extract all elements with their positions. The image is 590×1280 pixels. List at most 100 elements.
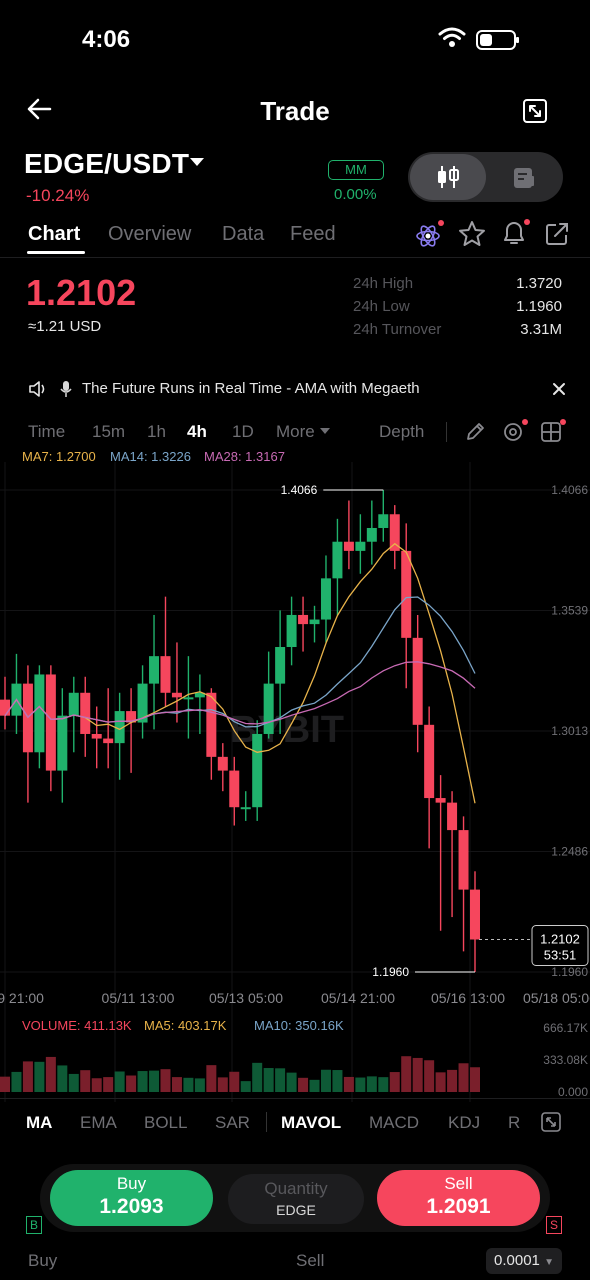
indicator-ma[interactable]: MA [26,1113,52,1133]
divider [0,257,590,258]
candle-body [366,527,377,542]
sell-button[interactable]: Sell 1.2091 [377,1170,540,1226]
candle-body [68,692,79,716]
timeframe-time[interactable]: Time [28,422,65,442]
tab-chart[interactable]: Chart [28,223,80,246]
volume-bar [194,1078,205,1092]
indicator-sar[interactable]: SAR [215,1113,250,1133]
depth-tab[interactable]: Depth [379,422,424,442]
buy-button-label: Buy [116,1174,147,1193]
volume-tick-label: 666.17K [543,1021,588,1035]
y-tick-label: 1.1960 [551,965,588,979]
tab-overview[interactable]: Overview [108,223,191,246]
candle-body [183,697,194,700]
ai-atom-icon[interactable] [414,220,444,255]
volume-bar [355,1077,366,1092]
volume-bar [470,1067,480,1092]
candle-body [34,674,45,753]
alert-bell-icon[interactable] [500,218,530,253]
timeframe-more[interactable]: More [276,422,315,442]
candle-body [435,798,446,803]
countdown-label: 53:51 [544,948,577,963]
indicator-settings-icon[interactable] [502,418,530,449]
volume-legend: VOLUME: 411.13K [22,1018,132,1033]
divider [0,1098,590,1099]
candle-body [389,514,400,551]
candlestick-icon [438,166,459,188]
microphone-icon [60,380,72,403]
candle-body [252,733,263,808]
volume-tick-label: 0.000 [558,1085,588,1099]
sell-badge-icon: S [546,1216,562,1234]
document-view-icon[interactable] [512,166,536,195]
indicator-mavol[interactable]: MAVOL [281,1113,341,1133]
indicator-boll[interactable]: BOLL [144,1113,187,1133]
orderbook-buy-header: Buy [28,1251,58,1270]
volume-bar [343,1076,354,1092]
volume-bar [366,1076,377,1092]
orderbook-sell-header: Sell [296,1251,325,1270]
y-tick-label: 1.2486 [551,845,588,859]
mm-badge[interactable]: MM [328,160,384,180]
price-chart[interactable]: BYBIT 1.4066 1.3539 1.3013 1.2486 1.1960 1.406… [0,462,590,1102]
timeframe-1d[interactable]: 1D [232,422,254,442]
precision-select[interactable]: 0.0001 ▼ [486,1248,562,1274]
volume-bar [11,1071,22,1092]
y-tick-label: 1.3013 [551,724,588,738]
buy-badge-icon: B [26,1216,42,1234]
candle-body [0,699,10,716]
mm-value: 0.00% [334,186,377,203]
quantity-input[interactable]: Quantity EDGE [228,1174,364,1224]
indicator-macd[interactable]: MACD [369,1113,419,1133]
expand-icon[interactable] [522,98,548,129]
favorite-star-icon[interactable] [458,220,486,253]
chevron-down-icon: ▼ [544,1257,554,1268]
candle-body [447,802,458,831]
close-icon[interactable] [552,382,566,401]
volume-bar [126,1075,137,1092]
volume-bar [80,1070,91,1092]
volume-bar [229,1071,240,1092]
volume-bar [217,1077,228,1092]
announcement-text[interactable]: The Future Runs in Real Time - AMA with … [82,380,420,397]
volume-bar [412,1057,423,1092]
y-tick-label: 1.3539 [551,604,588,618]
turnover-label: 24h Turnover [353,321,442,338]
vol-ma5-legend: MA5: 403.17K [144,1018,227,1033]
timeframe-1h[interactable]: 1h [147,422,166,442]
timeframe-15m[interactable]: 15m [92,422,125,442]
indicator-more[interactable]: R [508,1113,520,1133]
candle-body [378,514,389,528]
pair-dropdown-icon[interactable] [190,158,204,166]
indicator-kdj[interactable]: KDJ [448,1113,480,1133]
buy-button[interactable]: Buy 1.2093 [50,1170,213,1226]
timeframe-4h[interactable]: 4h [187,422,207,442]
draw-pencil-icon[interactable] [464,421,486,448]
volume-bar [114,1071,125,1092]
candle-body [412,637,423,725]
candlestick-view-button[interactable] [410,154,486,200]
volume-bar [275,1068,286,1092]
share-icon[interactable] [544,221,570,252]
last-price: 1.2102 [26,272,137,313]
last-price-label: 1.2102 [540,932,580,947]
tab-data[interactable]: Data [222,223,264,246]
indicator-ema[interactable]: EMA [80,1113,117,1133]
volume-bar [45,1056,56,1092]
volume-bar [458,1063,469,1092]
divider [266,1112,267,1132]
tab-feed[interactable]: Feed [290,223,336,246]
candle-body [171,692,182,698]
volume-bar [68,1073,79,1092]
candle-body [263,683,274,734]
candle-body [160,656,171,693]
volume-bar [57,1065,68,1092]
more-caret-icon[interactable] [320,428,330,434]
speaker-icon [28,380,48,403]
layout-grid-icon[interactable] [540,418,568,449]
indicator-expand-icon[interactable] [540,1111,562,1138]
pair-symbol[interactable]: EDGE/USDT [24,148,189,180]
x-tick-label: 05/18 05:00 [523,990,590,1006]
candle-body [286,614,297,648]
low-value: 1.1960 [516,298,562,315]
